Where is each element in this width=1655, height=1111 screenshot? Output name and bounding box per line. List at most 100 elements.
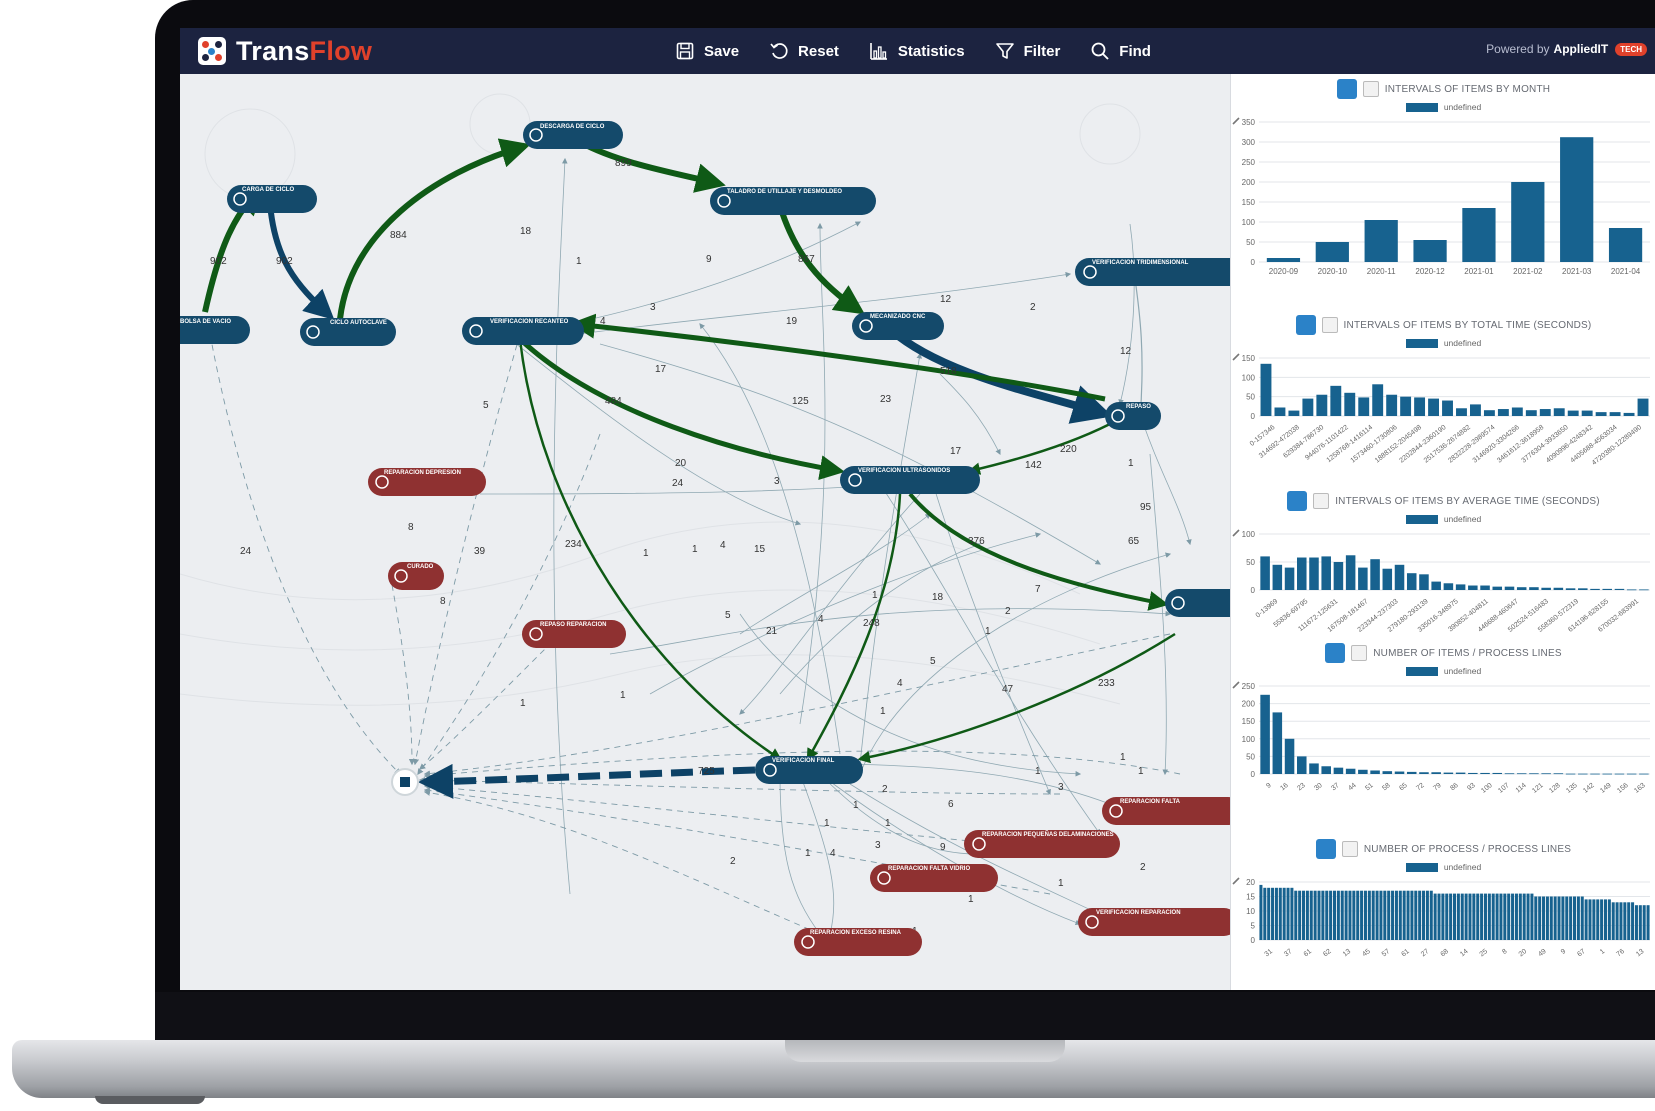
bar[interactable] [1614, 588, 1625, 590]
bar[interactable] [1476, 893, 1480, 940]
bar[interactable] [1468, 893, 1472, 940]
bar[interactable] [1626, 589, 1637, 591]
bar[interactable] [1290, 887, 1294, 940]
bar[interactable] [1497, 409, 1509, 416]
bar[interactable] [1638, 905, 1642, 940]
bar[interactable] [1623, 902, 1627, 940]
bar[interactable] [1315, 242, 1349, 262]
bar[interactable] [1600, 899, 1604, 940]
bar[interactable] [1431, 772, 1441, 774]
bar[interactable] [1302, 398, 1314, 416]
zoom-button[interactable] [1231, 315, 1316, 364]
bar[interactable] [1530, 893, 1534, 940]
bar[interactable] [1344, 392, 1356, 416]
node-right-offscreen[interactable] [1165, 589, 1230, 617]
bar[interactable] [1263, 887, 1267, 940]
bar[interactable] [1433, 893, 1437, 940]
bar[interactable] [1406, 573, 1417, 590]
node-mecanizado-cnc[interactable]: MECANIZADO CNC [852, 312, 944, 340]
bar[interactable] [1443, 583, 1454, 590]
bar[interactable] [1553, 896, 1557, 941]
bar[interactable] [1553, 587, 1564, 590]
bar[interactable] [1529, 773, 1539, 775]
bar[interactable] [1441, 893, 1445, 940]
bar[interactable] [1259, 884, 1263, 940]
bar[interactable] [1348, 890, 1352, 940]
node-reparacion-falta-vidrio[interactable]: REPARACION FALTA VIDRIO [870, 864, 998, 892]
edit-button[interactable] [1232, 841, 1358, 885]
bar[interactable] [1428, 398, 1439, 416]
bar[interactable] [1332, 890, 1336, 940]
bar[interactable] [1507, 893, 1511, 940]
zoom-button[interactable] [1231, 491, 1308, 540]
bar[interactable] [1538, 896, 1542, 941]
bar[interactable] [1340, 890, 1344, 940]
bar[interactable] [1297, 756, 1307, 774]
bar[interactable] [1511, 182, 1545, 262]
bar[interactable] [1394, 771, 1405, 774]
bar[interactable] [1646, 905, 1650, 940]
bar[interactable] [1557, 896, 1561, 941]
bar[interactable] [1266, 258, 1301, 262]
node-curado[interactable]: CURADO [388, 562, 444, 590]
bar[interactable] [1529, 587, 1539, 590]
bar[interactable] [1364, 220, 1398, 262]
bar[interactable] [1573, 896, 1577, 941]
bar[interactable] [1642, 905, 1646, 940]
node-carga-de-ciclo[interactable]: CARGA DE CICLO [227, 185, 317, 213]
node-reparacion-falta[interactable]: REPARACION FALTA [1102, 797, 1230, 825]
bar[interactable] [1286, 887, 1290, 940]
bar[interactable] [1639, 589, 1649, 591]
bar[interactable] [1429, 890, 1433, 940]
chart-legend[interactable]: undefined [1231, 862, 1655, 872]
bar[interactable] [1406, 890, 1410, 940]
bar[interactable] [1590, 588, 1600, 590]
bar[interactable] [1272, 712, 1283, 774]
bar[interactable] [1541, 587, 1551, 590]
bar[interactable] [1317, 890, 1321, 940]
bar[interactable] [1541, 773, 1551, 775]
bar[interactable] [1282, 887, 1286, 940]
bar[interactable] [1313, 890, 1317, 940]
bar[interactable] [1363, 890, 1367, 940]
graph-nodes[interactable]: DESCARGA DE CICLO CARGA DE CICLO TALADRO… [180, 121, 1230, 956]
bar[interactable] [1309, 557, 1319, 590]
bar[interactable] [1470, 404, 1481, 416]
bar[interactable] [1626, 773, 1637, 775]
bar[interactable] [1468, 585, 1478, 590]
bar[interactable] [1634, 905, 1638, 940]
bar[interactable] [1278, 887, 1282, 940]
bar[interactable] [1565, 773, 1576, 775]
bar[interactable] [1578, 588, 1588, 590]
bar[interactable] [1260, 556, 1270, 590]
bar[interactable] [1345, 555, 1356, 590]
bar[interactable] [1302, 890, 1306, 940]
bar[interactable] [1443, 772, 1454, 774]
edit-button[interactable] [1232, 493, 1330, 537]
bar[interactable] [1394, 890, 1398, 940]
bar[interactable] [1561, 896, 1565, 941]
bar[interactable] [1383, 890, 1387, 940]
node-verificacion-final[interactable]: VERIFICACION FINAL [755, 756, 863, 784]
bar[interactable] [1542, 896, 1546, 941]
bar[interactable] [1284, 567, 1295, 590]
bar[interactable] [1468, 772, 1478, 774]
bar[interactable] [1602, 773, 1612, 775]
bar[interactable] [1398, 890, 1402, 940]
bar[interactable] [1316, 394, 1328, 416]
bar[interactable] [1370, 559, 1380, 590]
bar[interactable] [1619, 902, 1623, 940]
bar[interactable] [1271, 887, 1275, 940]
bar[interactable] [1581, 410, 1593, 416]
bar[interactable] [1372, 384, 1384, 416]
bar[interactable] [1437, 893, 1441, 940]
bar[interactable] [1480, 893, 1484, 940]
process-graph[interactable]: 902 902 884 899 867 518 484 220 376 248 234 23… [180, 74, 1230, 990]
bar[interactable] [1580, 896, 1584, 941]
bar[interactable] [1590, 773, 1600, 775]
node-ciclo-autoclave[interactable]: CICLO AUTOCLAVE [300, 318, 396, 346]
bar[interactable] [1492, 772, 1503, 774]
bar[interactable] [1492, 586, 1503, 590]
bar[interactable] [1504, 586, 1515, 590]
bar[interactable] [1267, 887, 1271, 940]
